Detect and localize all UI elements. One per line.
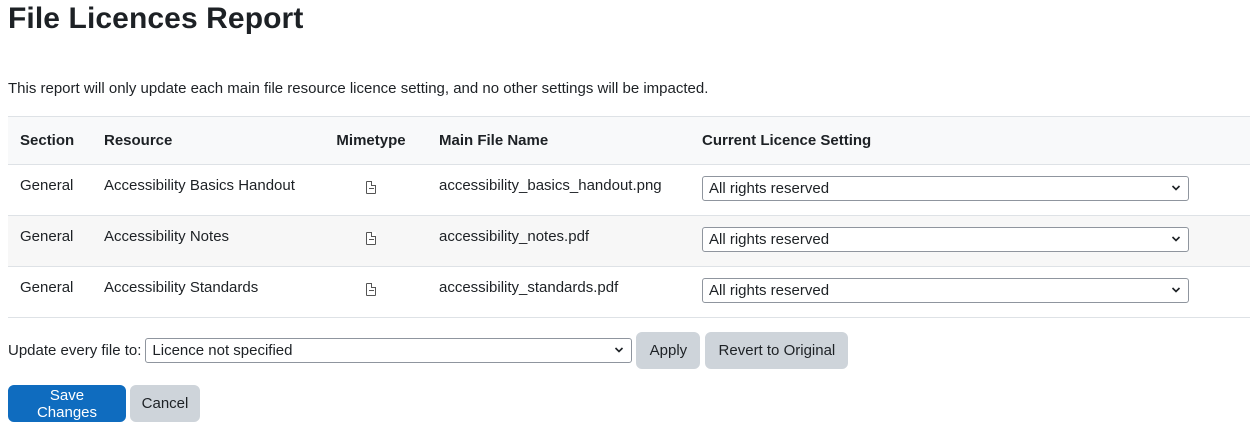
licence-select[interactable]: All rights reserved <box>702 278 1189 303</box>
row-main-file-name: accessibility_basics_handout.png <box>439 177 662 194</box>
header-main-file-name: Main File Name <box>427 116 690 165</box>
header-current-licence: Current Licence Setting <box>690 116 1250 165</box>
row-main-file-name: accessibility_standards.pdf <box>439 279 619 296</box>
apply-button[interactable]: Apply <box>636 332 701 369</box>
row-resource: Accessibility Basics Handout <box>104 177 295 194</box>
pdf-file-icon <box>366 232 376 245</box>
row-resource: Accessibility Standards <box>104 279 259 296</box>
pdf-file-icon <box>366 283 376 296</box>
header-mimetype: Mimetype <box>315 116 427 165</box>
bulk-update-row: Update every file to: Licence not specif… <box>8 332 849 369</box>
chevron-down-icon <box>615 347 624 353</box>
intro-text: This report will only update each main f… <box>8 80 709 97</box>
licence-select-value: All rights reserved <box>709 180 830 197</box>
chevron-down-icon <box>1171 185 1181 191</box>
row-section: General <box>20 228 74 245</box>
licence-select-value: All rights reserved <box>709 282 830 299</box>
table-row: General Accessibility Notes accessibilit… <box>8 215 1250 267</box>
row-main-file-name: accessibility_notes.pdf <box>439 228 590 245</box>
chevron-down-icon <box>1171 287 1181 293</box>
table-row: General Accessibility Basics Handout acc… <box>8 164 1250 216</box>
table-header-row: Section Resource Mimetype Main File Name… <box>8 116 1250 165</box>
file-licences-page: File Licences Report This report will on… <box>0 0 1256 427</box>
bulk-licence-select[interactable]: Licence not specified <box>145 338 633 363</box>
header-section: Section <box>8 116 92 165</box>
licence-select-value: All rights reserved <box>709 231 830 248</box>
row-section: General <box>20 279 74 296</box>
chevron-down-icon <box>1171 236 1181 242</box>
form-actions: Save Changes Cancel <box>8 385 200 422</box>
revert-to-original-button[interactable]: Revert to Original <box>705 332 849 369</box>
image-file-icon <box>366 181 376 194</box>
page-title: File Licences Report <box>8 2 304 35</box>
licence-select[interactable]: All rights reserved <box>702 176 1189 201</box>
row-resource: Accessibility Notes <box>104 228 230 245</box>
cancel-button[interactable]: Cancel <box>130 385 200 422</box>
bulk-licence-select-value: Licence not specified <box>152 342 293 359</box>
licences-table: Section Resource Mimetype Main File Name… <box>8 116 1250 318</box>
bulk-update-label: Update every file to: <box>8 342 142 359</box>
header-resource: Resource <box>92 116 315 165</box>
row-section: General <box>20 177 74 194</box>
save-changes-button[interactable]: Save Changes <box>8 385 126 422</box>
licence-select[interactable]: All rights reserved <box>702 227 1189 252</box>
table-row: General Accessibility Standards accessib… <box>8 266 1250 318</box>
